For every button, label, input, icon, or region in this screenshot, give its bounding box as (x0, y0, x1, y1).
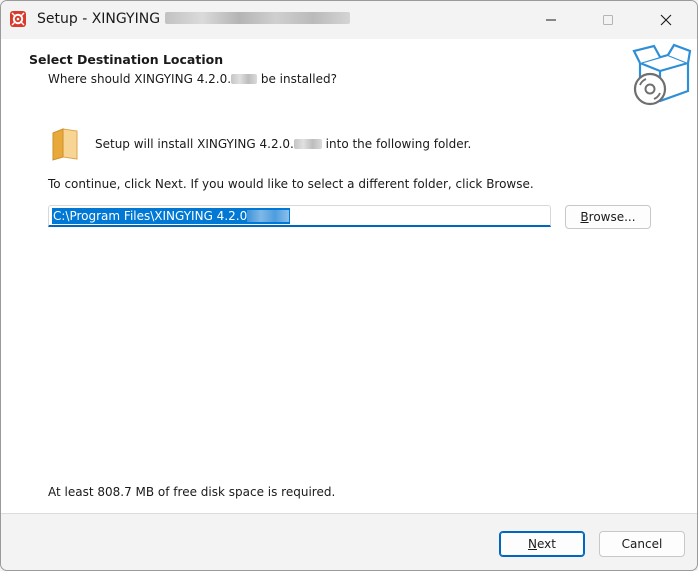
close-icon (660, 14, 672, 26)
next-accelerator: N (528, 537, 537, 551)
continue-instructions: To continue, click Next. If you would li… (48, 177, 534, 191)
subtitle-suffix: be installed? (257, 72, 337, 86)
footer-divider (1, 513, 697, 514)
folder-icon (51, 127, 79, 164)
redacted-version (293, 139, 322, 149)
maximize-icon (603, 15, 613, 25)
cancel-button[interactable]: Cancel (599, 531, 685, 557)
page-title: Select Destination Location (29, 52, 224, 67)
browse-accelerator: B (580, 210, 589, 224)
browse-label: rowse... (588, 210, 636, 224)
app-logo-icon (10, 11, 26, 27)
destination-path-input[interactable]: C:\Program Files\XINGYING 4.2.0 (48, 205, 551, 227)
wizard-header: Select Destination Location Where should… (1, 39, 697, 107)
install-box-icon (630, 43, 692, 110)
page-subtitle: Where should XINGYING 4.2.0. be installe… (48, 72, 337, 86)
install-info-text: Setup will install XINGYING 4.2.0. into … (95, 137, 471, 151)
window-title-text: Setup - XINGYING (37, 11, 161, 27)
minimize-button[interactable] (528, 1, 574, 39)
redacted-version (165, 12, 351, 24)
next-label: ext (537, 537, 556, 551)
path-selection: C:\Program Files\XINGYING 4.2.0 (52, 208, 291, 224)
title-bar[interactable]: Setup - XINGYING (1, 1, 697, 39)
install-text-prefix: Setup will install XINGYING 4.2.0. (95, 137, 294, 151)
path-value: C:\Program Files\XINGYING 4.2.0 (53, 209, 248, 223)
redacted-version (247, 210, 290, 222)
close-button[interactable] (643, 1, 689, 39)
wizard-content: Setup will install XINGYING 4.2.0. into … (1, 107, 697, 513)
setup-window: Setup - XINGYING Select Destination Loca… (0, 0, 698, 571)
install-text-suffix: into the following folder. (321, 137, 472, 151)
minimize-icon (546, 19, 556, 21)
maximize-button[interactable] (585, 1, 631, 39)
subtitle-prefix: Where should XINGYING 4.2.0. (48, 72, 232, 86)
next-button[interactable]: Next (499, 531, 585, 557)
disk-space-text: At least 808.7 MB of free disk space is … (48, 485, 336, 499)
window-title: Setup - XINGYING (37, 11, 351, 27)
redacted-version (231, 74, 258, 84)
browse-button[interactable]: Browse... (565, 205, 651, 229)
